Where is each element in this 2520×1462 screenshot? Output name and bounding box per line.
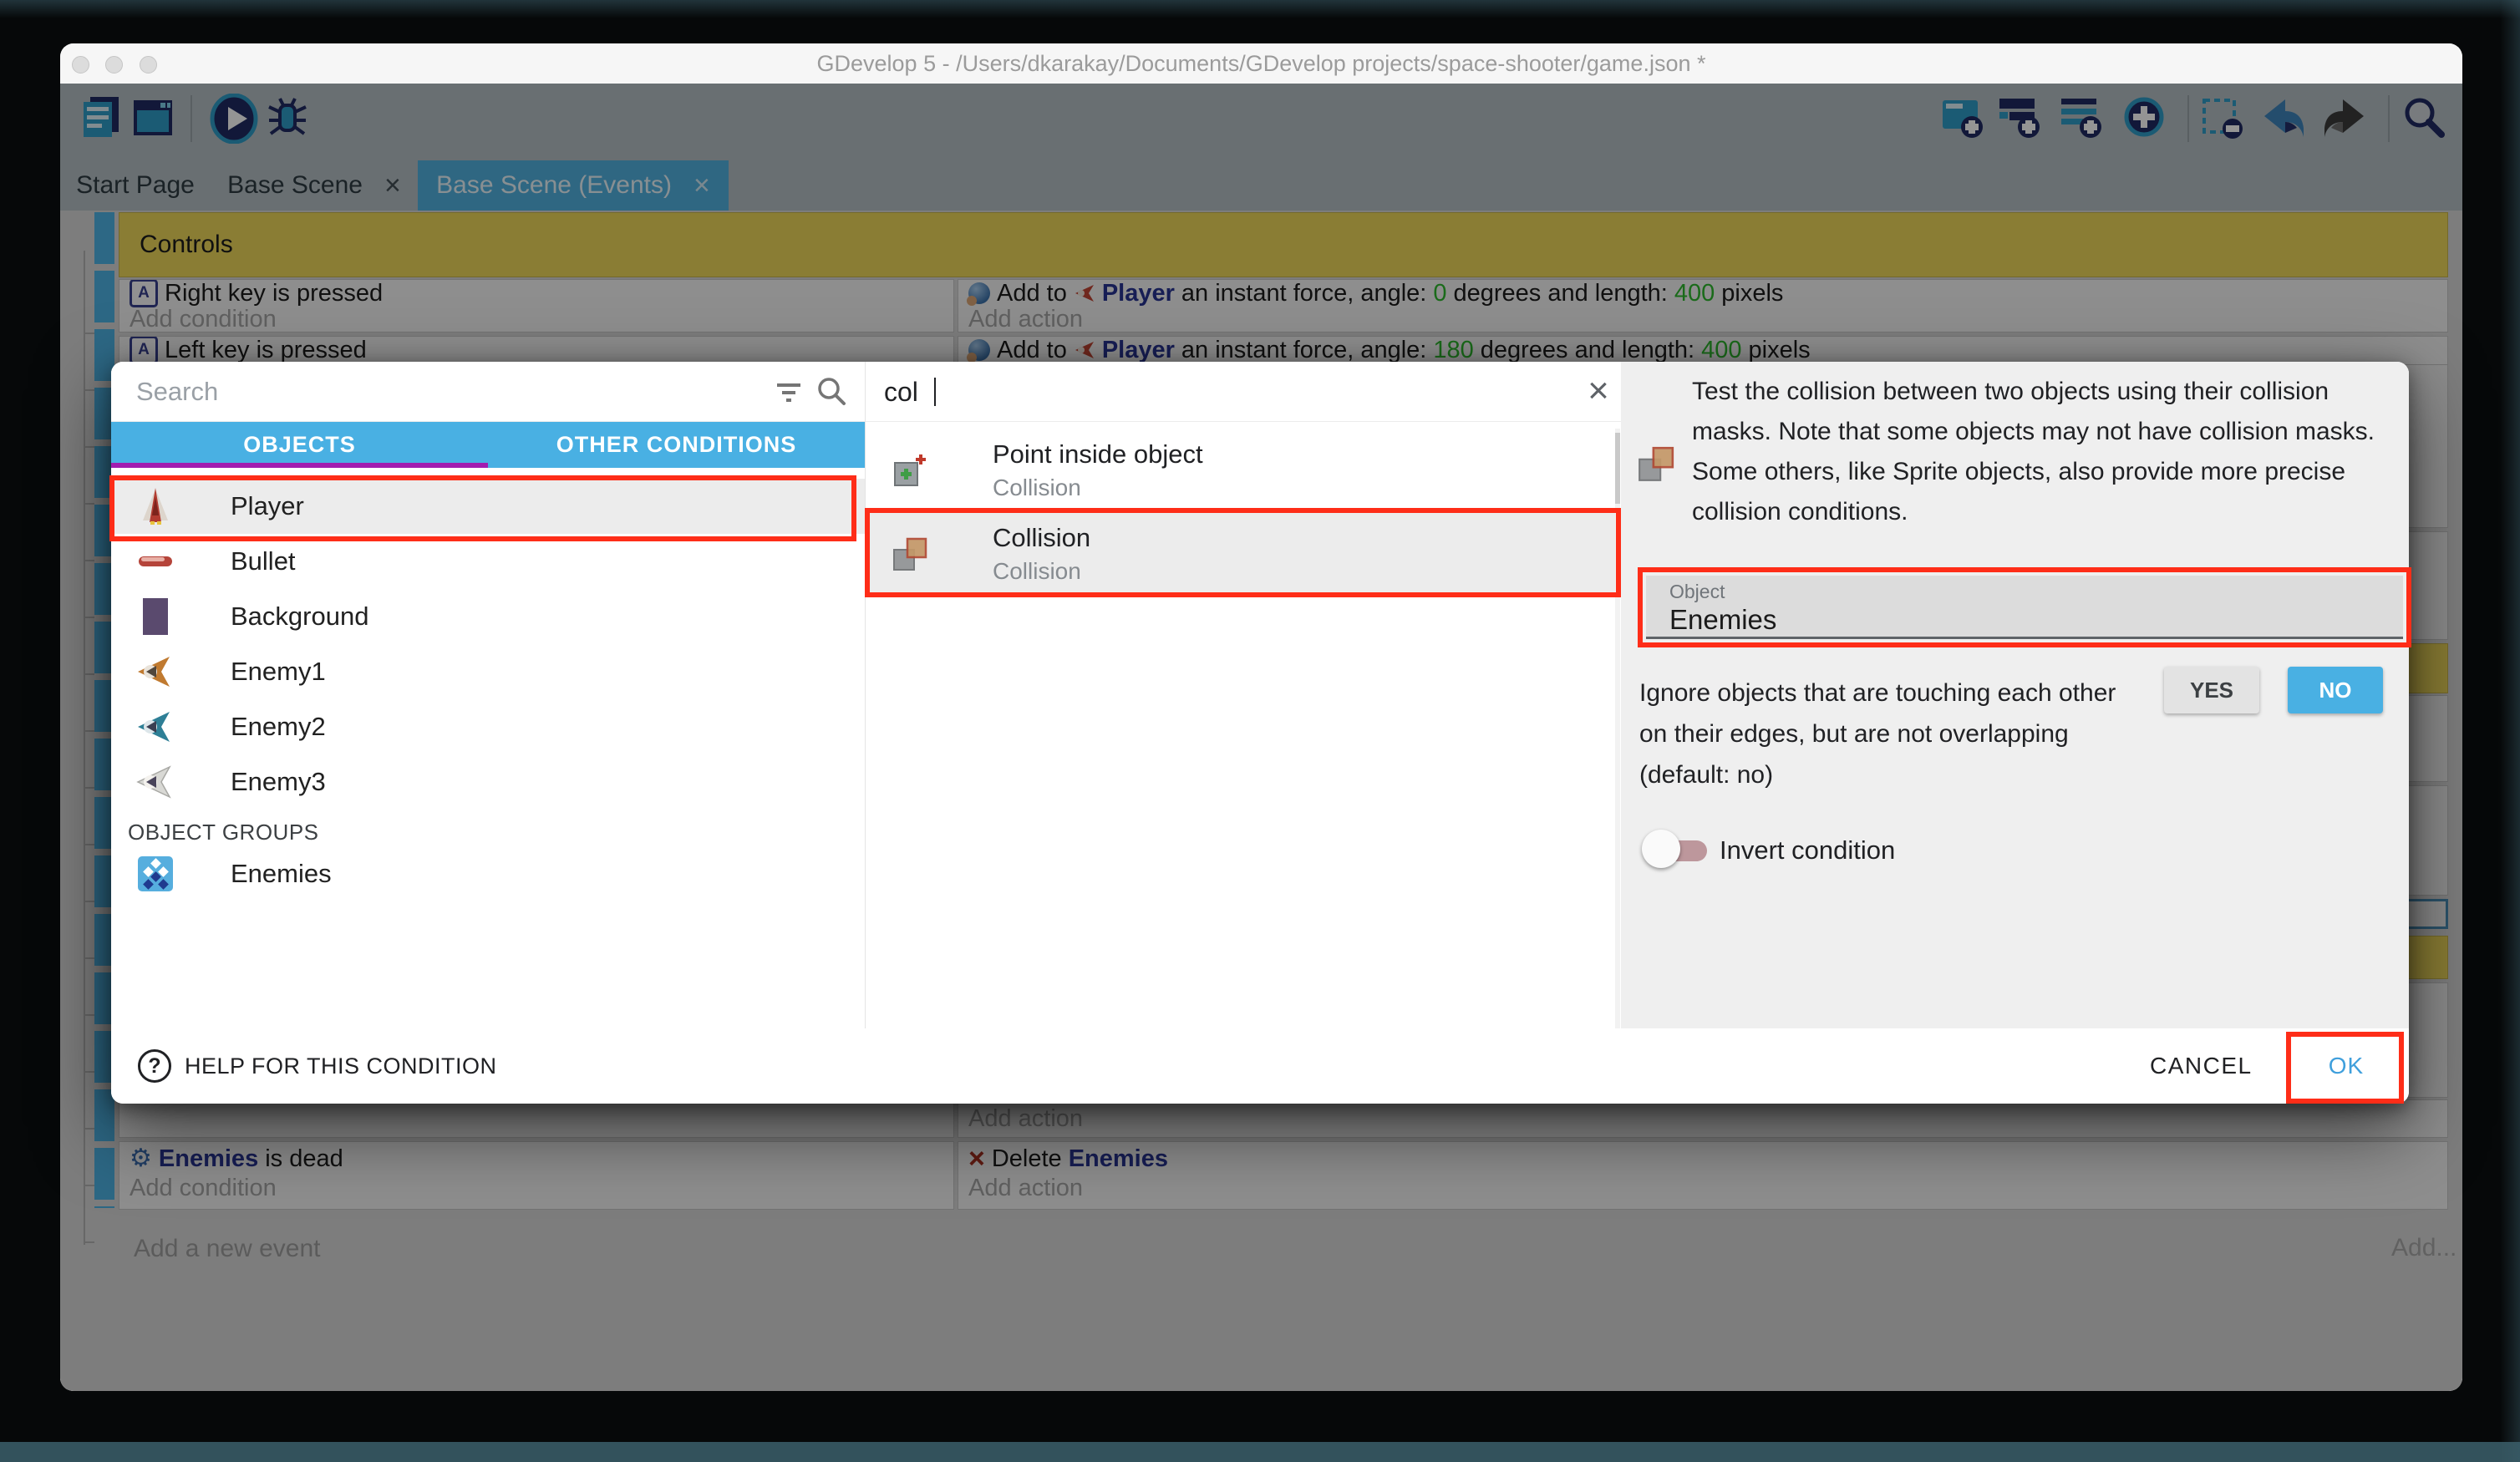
object-name: Enemy2 — [231, 712, 326, 742]
screenshot-root: GDevelop 5 - /Users/dkarakay/Documents/G… — [0, 0, 2520, 1462]
dialog-footer: ? HELP FOR THIS CONDITION CANCEL OK — [111, 1028, 2409, 1104]
object-list-item-enemy1[interactable]: Enemy1 — [111, 644, 865, 699]
titlebar: GDevelop 5 - /Users/dkarakay/Documents/G… — [60, 43, 2462, 84]
yes-button[interactable]: YES — [2164, 667, 2259, 713]
object-list-item-enemy3[interactable]: Enemy3 — [111, 754, 865, 810]
desktop-edge — [0, 1442, 2520, 1462]
condition-search-field[interactable]: col × — [866, 362, 1622, 422]
annotation-box-player-row — [109, 475, 856, 541]
search-placeholder: Search — [136, 362, 218, 422]
object-name: Enemy1 — [231, 657, 326, 687]
object-list-item-bullet[interactable]: Bullet — [111, 534, 865, 589]
object-name: Background — [231, 602, 368, 632]
help-icon[interactable]: ? — [138, 1049, 171, 1083]
point-inside-icon — [891, 451, 929, 490]
object-list-item-background[interactable]: Background — [111, 589, 865, 644]
dialog-left-panel: Search OBJECTS OTHER CONDITIONS — [111, 362, 865, 1028]
bullet-icon — [136, 542, 175, 581]
window-title: GDevelop 5 - /Users/dkarakay/Documents/G… — [60, 43, 2462, 84]
filter-icon[interactable] — [774, 377, 804, 407]
ignore-touching-label: Ignore objects that are touching each ot… — [1639, 673, 2116, 795]
dialog-tab-bar: OBJECTS OTHER CONDITIONS — [111, 422, 865, 468]
object-search-field[interactable]: Search — [111, 362, 865, 422]
no-button[interactable]: NO — [2288, 667, 2383, 713]
background-icon — [136, 597, 175, 636]
choose-condition-dialog: Search OBJECTS OTHER CONDITIONS — [111, 362, 2409, 1104]
collision-icon — [1636, 444, 1676, 484]
object-groups-header: OBJECT GROUPS — [128, 820, 319, 845]
active-tab-underline — [111, 463, 488, 468]
object-name: Bullet — [231, 546, 296, 576]
desktop-edge — [2500, 0, 2520, 1462]
result-subtitle: Collision — [993, 475, 1081, 501]
invert-condition-label: Invert condition — [1720, 835, 1895, 866]
object-name: Enemy3 — [231, 767, 326, 797]
desktop-edge — [0, 0, 2520, 18]
scrollbar-thumb[interactable] — [1615, 433, 1620, 504]
object-list-item-enemy2[interactable]: Enemy2 — [111, 699, 865, 754]
dialog-results-panel: col × Point inside object Collision Co — [865, 362, 1621, 1028]
tab-objects[interactable]: OBJECTS — [111, 422, 488, 468]
clear-search-icon[interactable]: × — [1578, 362, 1619, 422]
annotation-box-ok-button — [2286, 1032, 2404, 1104]
text-caret — [934, 378, 936, 406]
search-query: col — [884, 362, 918, 422]
condition-description: Test the collision between two objects u… — [1692, 372, 2375, 532]
help-link[interactable]: HELP FOR THIS CONDITION — [185, 1028, 497, 1104]
result-title: Point inside object — [993, 439, 1203, 470]
annotation-box-collision-result — [865, 508, 1621, 597]
toggle-knob[interactable] — [1642, 830, 1680, 868]
search-icon[interactable] — [815, 375, 847, 407]
enemies-group-icon — [136, 855, 175, 893]
dialog-detail-panel: Test the collision between two objects u… — [1621, 362, 2409, 1028]
object-name: Enemies — [231, 859, 332, 889]
enemy2-ship-icon — [136, 708, 175, 746]
object-list-item-enemies-group[interactable]: Enemies — [111, 846, 865, 901]
cancel-button[interactable]: CANCEL — [2150, 1028, 2253, 1104]
annotation-box-object-field — [1638, 567, 2411, 647]
tab-other-conditions[interactable]: OTHER CONDITIONS — [488, 422, 865, 468]
enemy1-ship-icon — [136, 652, 175, 691]
result-point-inside-object[interactable]: Point inside object Collision — [866, 433, 1622, 510]
enemy3-ship-icon — [136, 763, 175, 801]
